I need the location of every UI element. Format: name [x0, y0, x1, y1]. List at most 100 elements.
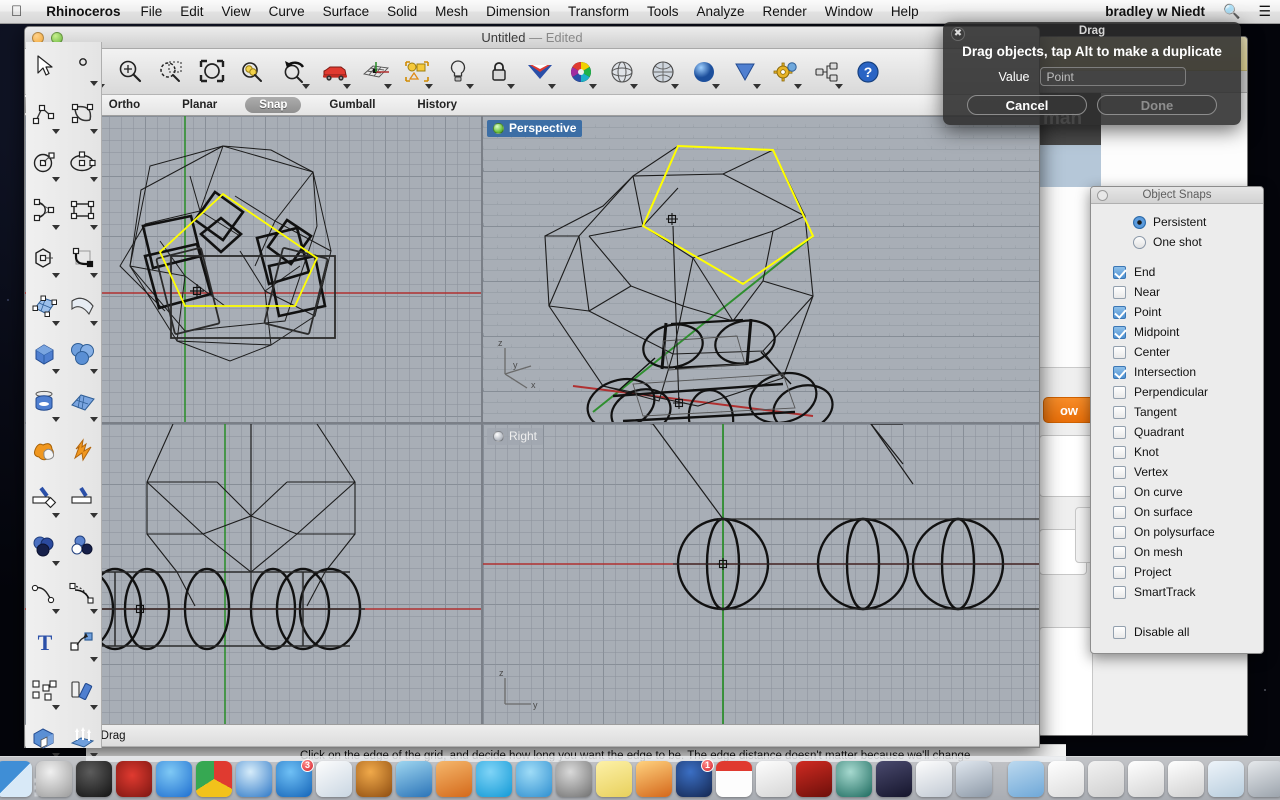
- osnap-mode-one-shot[interactable]: One shot: [1091, 232, 1263, 252]
- chevron-down-icon[interactable]: [343, 83, 351, 89]
- status-bar[interactable]: CPlane ▲▼ X: 8.000 Y: 0.000 Z: 34.000 34…: [25, 746, 1039, 747]
- osnap-midpoint[interactable]: Midpoint: [1113, 322, 1263, 342]
- osnap-project[interactable]: Project: [1113, 562, 1263, 582]
- boolean-intersection-icon[interactable]: [64, 522, 102, 570]
- preview-icon[interactable]: [316, 761, 352, 797]
- zoom-selected-icon[interactable]: [232, 51, 273, 93]
- render-mesh-icon[interactable]: [642, 51, 683, 93]
- display-panel-icon[interactable]: [724, 51, 765, 93]
- osnap-vertex[interactable]: Vertex: [1113, 462, 1263, 482]
- chevron-down-icon[interactable]: [302, 83, 310, 89]
- boolean-difference-icon[interactable]: [26, 522, 64, 570]
- viewport-perspective[interactable]: z y x Perspective: [483, 116, 1039, 422]
- chevron-down-icon[interactable]: [90, 225, 98, 230]
- link-icon[interactable]: [806, 51, 847, 93]
- mac-menu-bar[interactable]:  Rhinoceros File Edit View Curve Surfac…: [0, 0, 1280, 24]
- done-button[interactable]: Done: [1097, 95, 1217, 115]
- chevron-down-icon[interactable]: [90, 513, 98, 518]
- photos-icon[interactable]: [916, 761, 952, 797]
- chevron-down-icon[interactable]: [835, 83, 843, 89]
- chevron-down-icon[interactable]: [52, 417, 60, 422]
- chevron-down-icon[interactable]: [52, 705, 60, 710]
- text-object-icon[interactable]: T: [26, 618, 64, 666]
- radio-unselected-icon[interactable]: [1133, 235, 1146, 249]
- chevron-down-icon[interactable]: [52, 561, 60, 566]
- tab-snap[interactable]: Snap: [245, 97, 302, 113]
- word-icon[interactable]: [396, 761, 432, 797]
- osnap-on-mesh[interactable]: On mesh: [1113, 542, 1263, 562]
- menu-tools[interactable]: Tools: [638, 4, 688, 19]
- trim-icon[interactable]: [26, 474, 64, 522]
- chevron-down-icon[interactable]: [90, 81, 98, 86]
- chevron-down-icon[interactable]: [384, 83, 392, 89]
- polyline-icon[interactable]: [26, 90, 64, 138]
- render-preview-icon[interactable]: [519, 51, 560, 93]
- drag-dialog[interactable]: ✖ Drag Drag objects, tap Alt to make a d…: [943, 22, 1241, 125]
- chevron-down-icon[interactable]: [712, 83, 720, 89]
- mac-dock[interactable]: 3 1: [0, 756, 1280, 800]
- grid-snap-icon[interactable]: [355, 51, 396, 93]
- main-tool-palette[interactable]: T: [26, 42, 102, 798]
- split-icon[interactable]: [64, 474, 102, 522]
- viewport-right[interactable]: y z Right: [483, 424, 1039, 724]
- tab-gumball[interactable]: Gumball: [315, 97, 389, 113]
- command-line[interactable]: Command: _Drag: [25, 724, 1039, 746]
- color-wheel-icon[interactable]: [560, 51, 601, 93]
- osnap-near[interactable]: Near: [1113, 282, 1263, 302]
- osnap-quadrant[interactable]: Quadrant: [1113, 422, 1263, 442]
- explode-icon[interactable]: [64, 426, 102, 474]
- mission-control-icon[interactable]: [116, 761, 152, 797]
- close-icon[interactable]: [1097, 190, 1108, 201]
- chevron-down-icon[interactable]: [52, 225, 60, 230]
- chevron-down-icon[interactable]: [52, 177, 60, 182]
- checkbox-icon[interactable]: [1113, 345, 1126, 359]
- extend-curve-icon[interactable]: [26, 570, 64, 618]
- word-doc-icon[interactable]: [1168, 761, 1204, 797]
- boolean-union-icon[interactable]: [26, 426, 64, 474]
- checkbox-icon[interactable]: [1113, 365, 1126, 379]
- menu-analyze[interactable]: Analyze: [687, 4, 753, 19]
- select-objects-icon[interactable]: [396, 51, 437, 93]
- zoom-window-icon[interactable]: [150, 51, 191, 93]
- surface-from-points-icon[interactable]: [26, 282, 64, 330]
- view-toolbar[interactable]: ?: [25, 49, 1039, 95]
- chevron-down-icon[interactable]: [794, 83, 802, 89]
- menu-render[interactable]: Render: [754, 4, 816, 19]
- light-icon[interactable]: [437, 51, 478, 93]
- radio-selected-icon[interactable]: [1133, 215, 1146, 229]
- extrude-icon[interactable]: [64, 714, 102, 762]
- osnap-intersection[interactable]: Intersection: [1113, 362, 1263, 382]
- system-preferences-icon[interactable]: [556, 761, 592, 797]
- chevron-down-icon[interactable]: [90, 273, 98, 278]
- powerpoint-icon[interactable]: [436, 761, 472, 797]
- menu-edit[interactable]: Edit: [171, 4, 212, 19]
- audacity-icon[interactable]: 1: [676, 759, 714, 797]
- menu-window[interactable]: Window: [816, 4, 882, 19]
- checkbox-icon[interactable]: [1113, 585, 1126, 599]
- chevron-down-icon[interactable]: [630, 83, 638, 89]
- messages-icon[interactable]: [516, 761, 552, 797]
- stickies-icon[interactable]: [596, 761, 632, 797]
- chevron-down-icon[interactable]: [90, 129, 98, 134]
- checkbox-icon[interactable]: [1113, 545, 1126, 559]
- point-object-icon[interactable]: [64, 42, 102, 90]
- image-capture-icon[interactable]: [956, 761, 992, 797]
- garageband-icon[interactable]: [356, 761, 392, 797]
- osnap-mode-group[interactable]: Persistent One shot: [1091, 204, 1263, 256]
- rhinoceros-window[interactable]: Untitled — Edited ? Ortho Planar Snap Gu…: [24, 26, 1040, 748]
- osnap-point[interactable]: Point: [1113, 302, 1263, 322]
- tab-history[interactable]: History: [403, 97, 471, 113]
- menubar-user-name[interactable]: bradley w Niedt: [1096, 4, 1214, 19]
- menu-transform[interactable]: Transform: [559, 4, 638, 19]
- chevron-down-icon[interactable]: [548, 83, 556, 89]
- zoom-extents-icon[interactable]: [191, 51, 232, 93]
- osnap-checkbox-list[interactable]: End Near Point Midpoint Center Intersect…: [1091, 256, 1263, 602]
- move-object-icon[interactable]: [64, 618, 102, 666]
- reminders-icon[interactable]: [756, 761, 792, 797]
- chevron-down-icon[interactable]: [753, 83, 761, 89]
- checkbox-icon[interactable]: [1113, 565, 1126, 579]
- osnap-on-curve[interactable]: On curve: [1113, 482, 1263, 502]
- zoom-icon[interactable]: [109, 51, 150, 93]
- curve-control-points-icon[interactable]: [64, 90, 102, 138]
- osnap-disable-all-row[interactable]: Disable all: [1091, 602, 1263, 642]
